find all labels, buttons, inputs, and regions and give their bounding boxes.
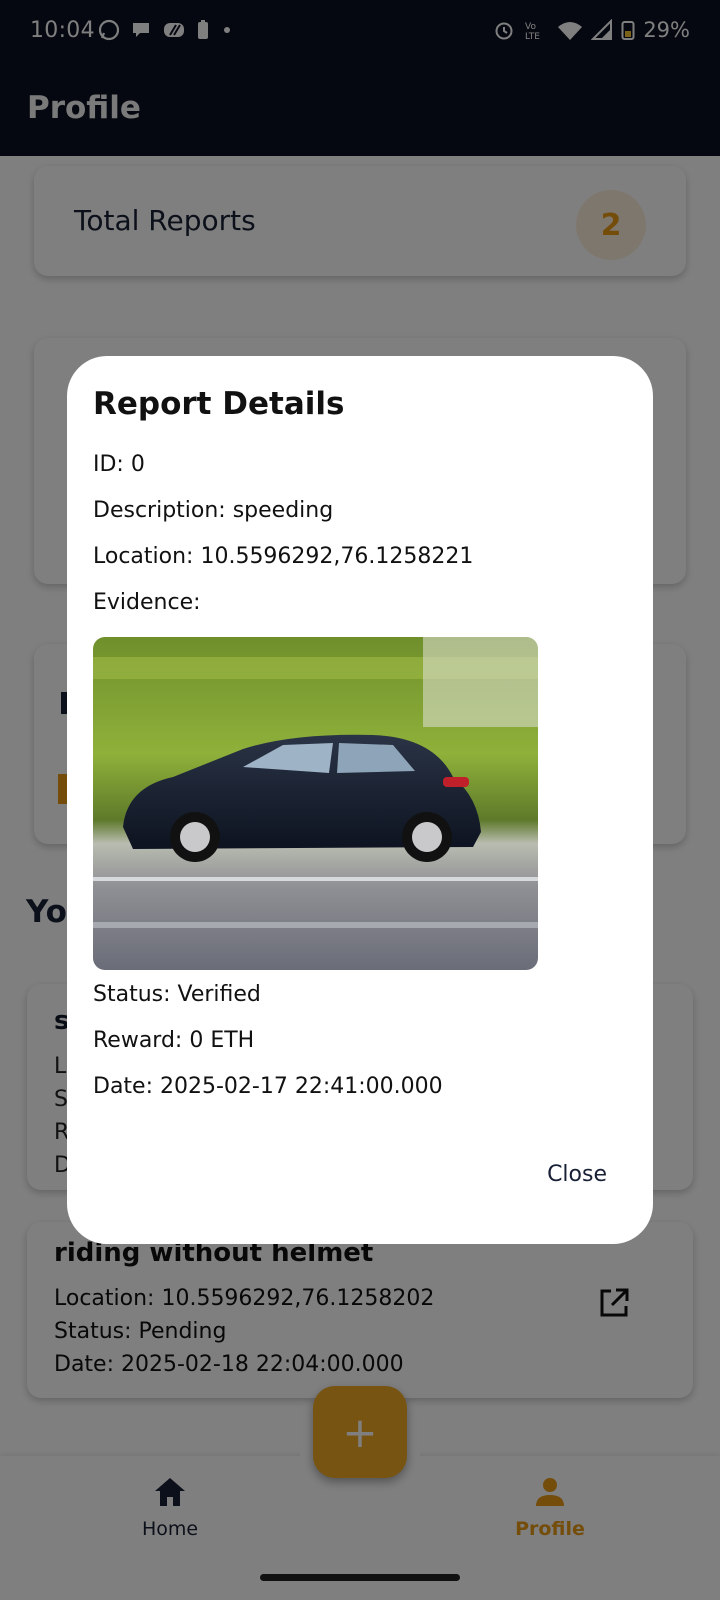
close-button[interactable]: Close <box>547 1162 607 1187</box>
report-date: Date: 2025-02-17 22:41:00.000 <box>93 1074 443 1099</box>
report-id: ID: 0 <box>93 452 145 477</box>
evidence-image <box>93 637 538 970</box>
report-reward: Reward: 0 ETH <box>93 1028 255 1053</box>
report-status: Status: Verified <box>93 982 261 1007</box>
report-location: Location: 10.5596292,76.1258221 <box>93 544 474 569</box>
report-description: Description: speeding <box>93 498 334 523</box>
evidence-label: Evidence: <box>93 590 201 615</box>
report-details-dialog: Report Details ID: 0 Description: speedi… <box>67 356 653 1244</box>
dialog-title: Report Details <box>93 386 345 422</box>
